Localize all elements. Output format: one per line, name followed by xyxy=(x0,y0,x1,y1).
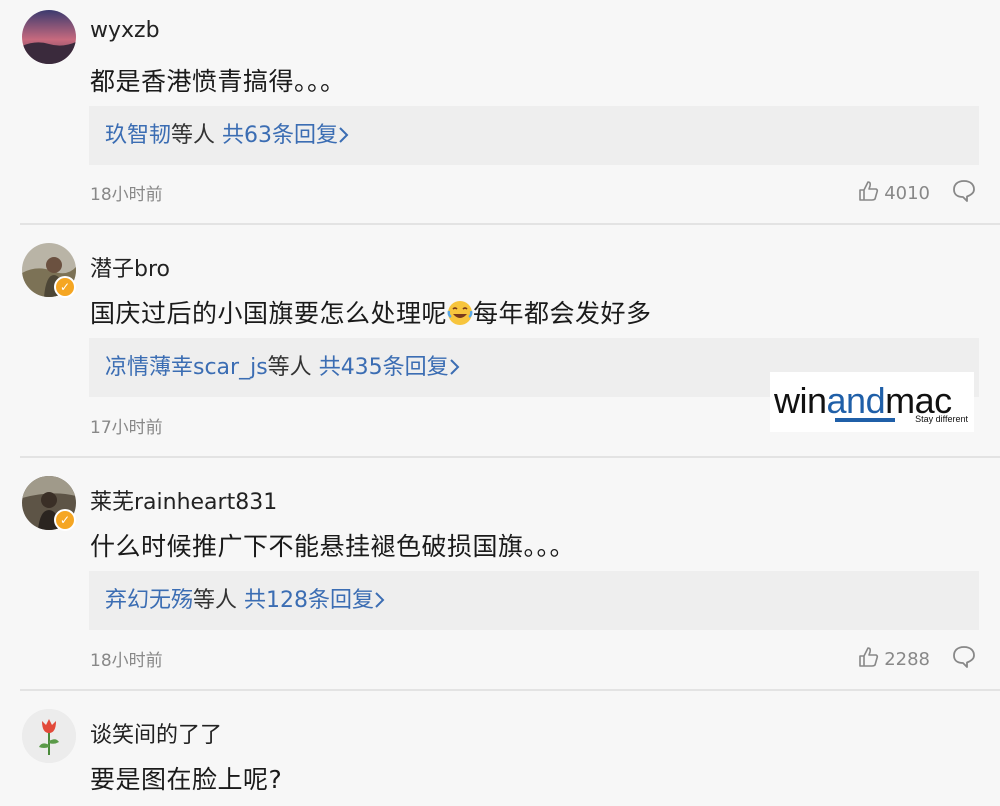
comment-item: wyxzb 都是香港愤青搞得。。。 玖智韧等人 共63条回复 18小时前 401… xyxy=(0,0,1000,225)
reply-suffix: 等人 xyxy=(267,355,312,380)
reply-usernames[interactable]: 玖智韧 xyxy=(105,123,171,148)
like-button[interactable]: 2288 xyxy=(858,646,930,673)
reply-summary[interactable]: 弃幻无殇等人 共128条回复 xyxy=(89,571,979,630)
comment-item: 谈笑间的了了 要是图在脸上呢? xyxy=(0,691,1000,806)
username[interactable]: wyxzb xyxy=(90,18,160,43)
timestamp: 18小时前 xyxy=(90,651,163,671)
comment-text: 国庆过后的小国旗要怎么处理呢 每年都会发好多 xyxy=(90,294,652,332)
verified-icon: ✓ xyxy=(54,276,76,298)
chevron-right-icon xyxy=(449,355,461,380)
timestamp: 18小时前 xyxy=(90,185,163,205)
comment-text: 什么时候推广下不能悬挂褪色破损国旗。。。 xyxy=(90,532,576,561)
avatar[interactable] xyxy=(22,10,76,64)
chevron-right-icon xyxy=(338,123,350,148)
like-count: 2288 xyxy=(884,649,930,670)
reply-usernames[interactable]: 弃幻无殇 xyxy=(105,588,193,613)
comment-text-part: 国庆过后的小国旗要怎么处理呢 xyxy=(90,299,448,328)
comment-text: 要是图在脸上呢? xyxy=(90,765,283,794)
chevron-right-icon xyxy=(374,588,386,613)
comment-icon[interactable] xyxy=(951,178,977,208)
reply-suffix: 等人 xyxy=(193,588,238,613)
timestamp: 17小时前 xyxy=(90,418,163,438)
laughing-emoji-icon xyxy=(447,300,473,332)
username[interactable]: 莱芜rainheart831 xyxy=(90,484,277,516)
comment-text-part: 每年都会发好多 xyxy=(473,299,652,328)
reply-count[interactable]: 共128条回复 xyxy=(244,588,374,613)
like-count: 4010 xyxy=(884,183,930,204)
reply-count[interactable]: 共435条回复 xyxy=(319,355,449,380)
logo-underline xyxy=(835,418,895,422)
reply-suffix: 等人 xyxy=(171,123,216,148)
reply-summary[interactable]: 玖智韧等人 共63条回复 xyxy=(89,106,979,165)
reply-usernames[interactable]: 凉情薄幸scar_js xyxy=(105,355,268,380)
username[interactable]: 潜子bro xyxy=(90,251,170,283)
avatar[interactable] xyxy=(22,709,76,763)
comment-text: 都是香港愤青搞得。。。 xyxy=(90,67,346,96)
username[interactable]: 谈笑间的了了 xyxy=(90,717,222,749)
winandmac-watermark-logo: winandmac Stay different xyxy=(770,372,974,432)
logo-tagline: Stay different xyxy=(915,414,968,424)
like-button[interactable]: 4010 xyxy=(858,180,930,207)
reply-count[interactable]: 共63条回复 xyxy=(222,123,338,148)
like-icon xyxy=(858,180,880,207)
comment-icon[interactable] xyxy=(951,644,977,674)
comment-item: ✓ 莱芜rainheart831 什么时候推广下不能悬挂褪色破损国旗。。。 弃幻… xyxy=(0,458,1000,691)
verified-icon: ✓ xyxy=(54,509,76,531)
like-icon xyxy=(858,646,880,673)
